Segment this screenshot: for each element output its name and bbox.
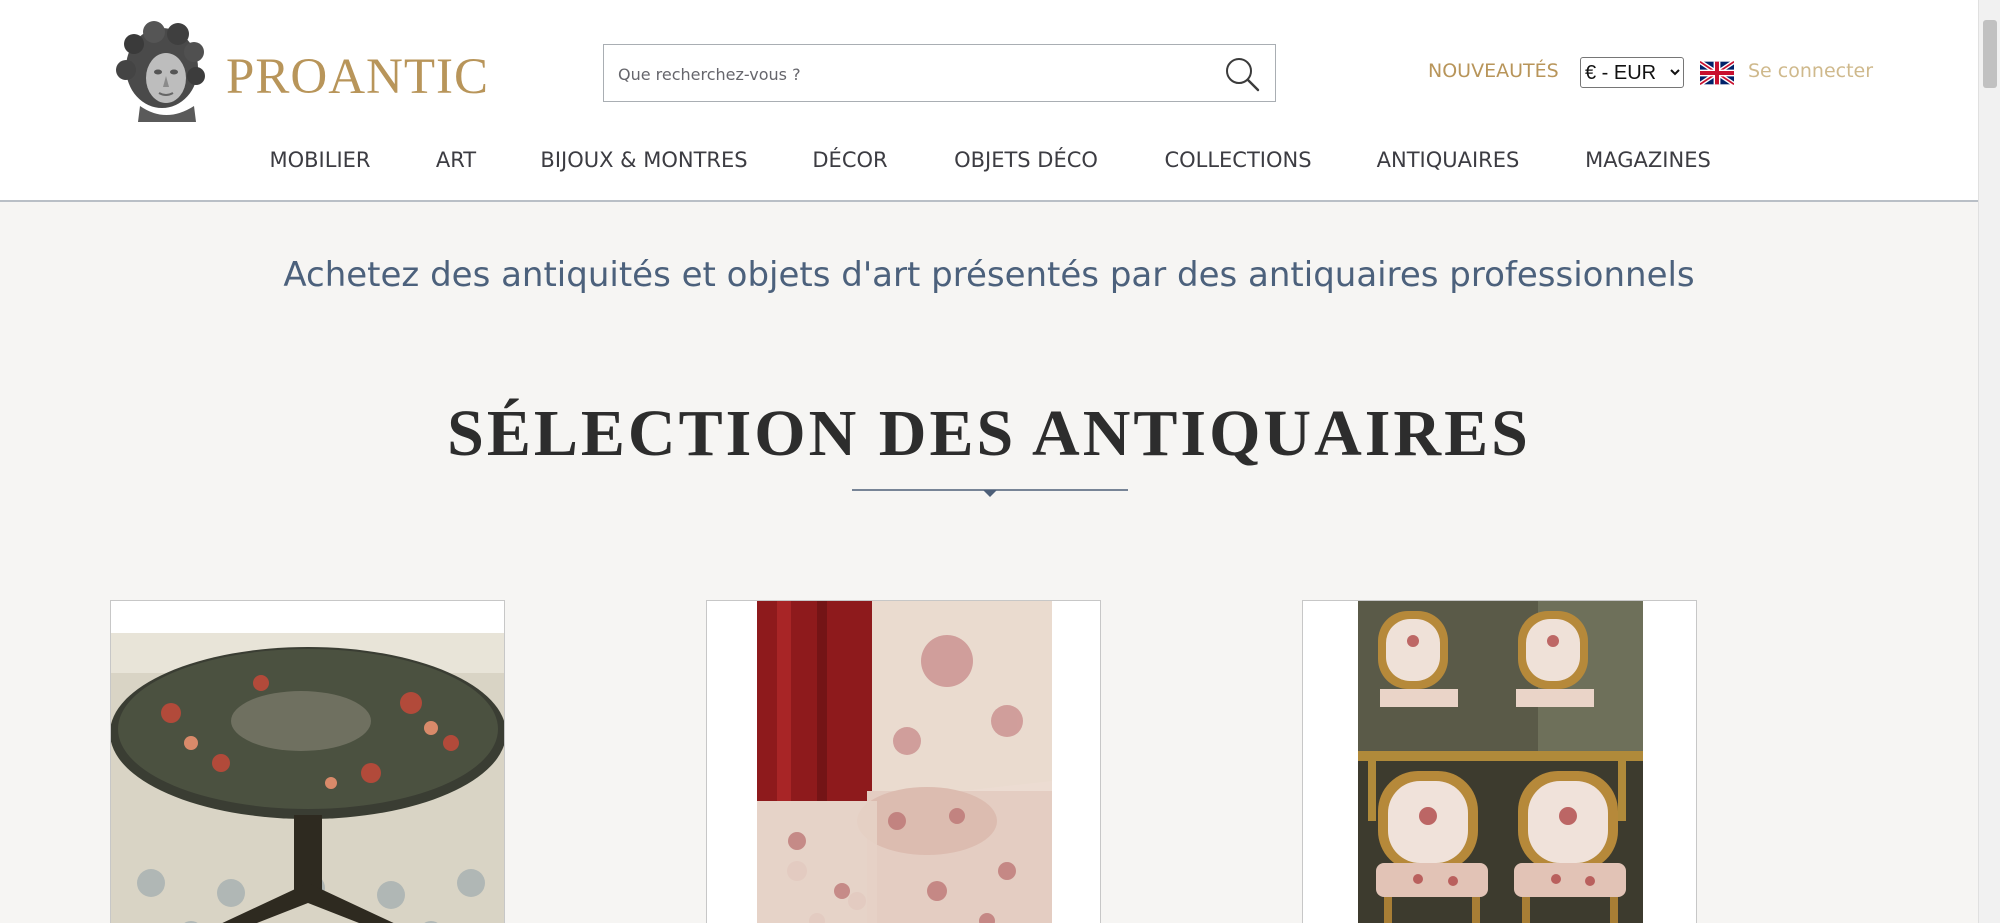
nav-item-collections[interactable]: COLLECTIONS: [1164, 148, 1311, 172]
search-icon[interactable]: [1223, 55, 1261, 93]
site-logo[interactable]: PROANTIC: [110, 20, 488, 125]
nav-item-decor[interactable]: DÉCOR: [812, 148, 887, 172]
scrollbar[interactable]: [1978, 0, 2000, 923]
product-card[interactable]: [706, 600, 1101, 923]
new-items-link[interactable]: NOUVEAUTÉS: [1428, 60, 1559, 82]
currency-select[interactable]: € - EUR: [1580, 57, 1684, 88]
title-divider: [852, 489, 1128, 497]
product-image: [757, 601, 1052, 923]
nav-item-art[interactable]: ART: [436, 148, 476, 172]
product-card[interactable]: [110, 600, 505, 923]
search-box: [603, 44, 1276, 102]
product-image: [1358, 601, 1643, 923]
product-card[interactable]: [1302, 600, 1697, 923]
section-title: SÉLECTION DES ANTIQUAIRES: [447, 397, 1531, 470]
nav-item-magazines[interactable]: MAGAZINES: [1585, 148, 1711, 172]
scrollbar-thumb[interactable]: [1983, 20, 1997, 88]
uk-flag-icon[interactable]: [1700, 60, 1734, 86]
login-link[interactable]: Se connecter: [1748, 60, 1873, 82]
bust-logo-icon: [116, 21, 205, 122]
page: PROANTIC NOUVEAUTÉS € - EUR Se connecter…: [0, 0, 1978, 923]
nav-item-objets-deco[interactable]: OBJETS DÉCO: [954, 148, 1098, 172]
search-input[interactable]: [616, 55, 1200, 93]
logo-wordmark: PROANTIC: [226, 49, 490, 105]
nav-item-bijoux-montres[interactable]: BIJOUX & MONTRES: [540, 148, 747, 172]
nav-item-mobilier[interactable]: MOBILIER: [269, 148, 370, 172]
product-image: [111, 633, 504, 923]
page-tagline: Achetez des antiquités et objets d'art p…: [283, 255, 1695, 295]
nav-item-antiquaires[interactable]: ANTIQUAIRES: [1377, 148, 1520, 172]
site-header: PROANTIC NOUVEAUTÉS € - EUR Se connecter…: [0, 0, 1978, 202]
main-nav: MOBILIER ART BIJOUX & MONTRES DÉCOR OBJE…: [0, 148, 1978, 182]
